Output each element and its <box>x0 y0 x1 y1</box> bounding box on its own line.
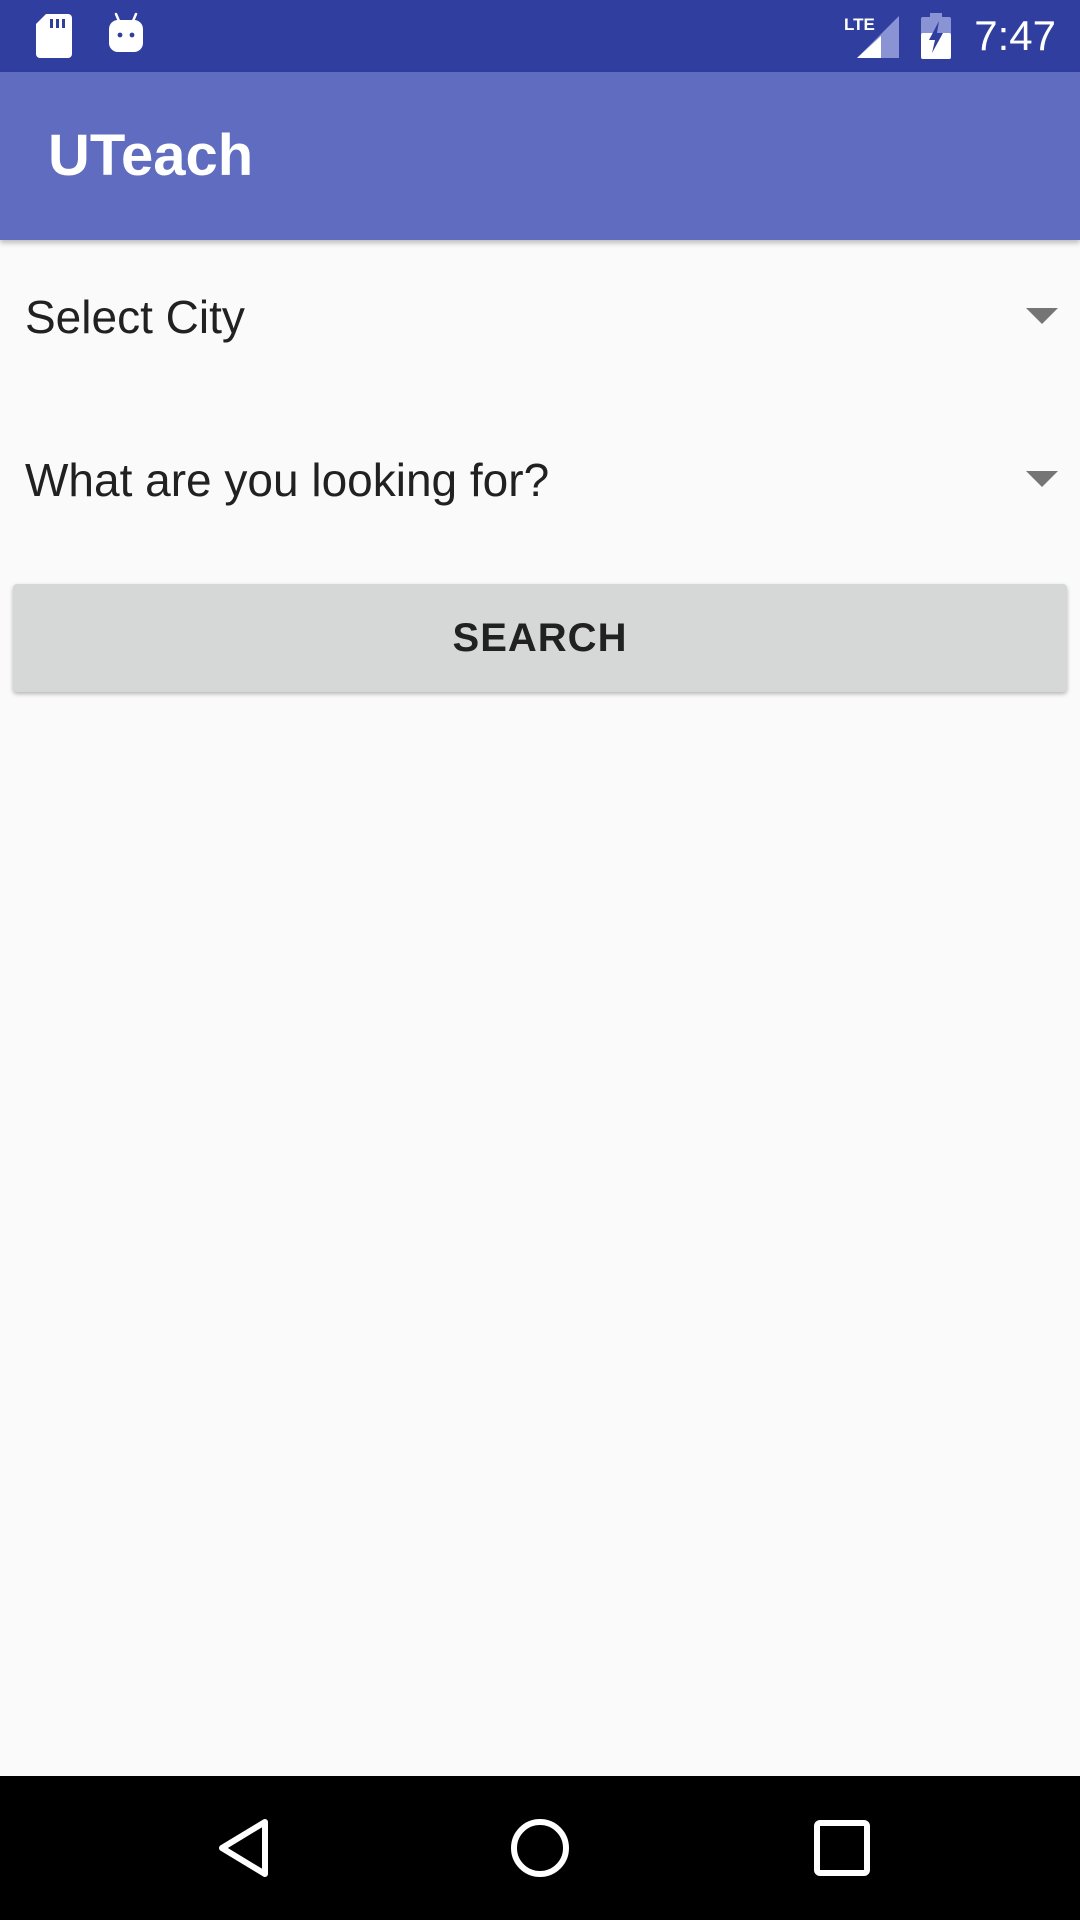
network-type-label: LTE <box>844 15 875 34</box>
city-spinner-label: Select City <box>25 291 245 343</box>
app-title: UTeach <box>48 123 254 188</box>
android-debug-icon <box>109 12 143 52</box>
status-bar: LTE 7:47 <box>0 0 1080 72</box>
back-icon[interactable] <box>210 1812 280 1884</box>
city-spinner[interactable]: Select City <box>0 252 1080 382</box>
app-bar: UTeach <box>0 72 1080 240</box>
category-spinner[interactable]: What are you looking for? <box>0 415 1080 545</box>
battery-charging-icon <box>921 13 951 59</box>
dropdown-arrow-icon <box>1026 308 1058 324</box>
home-icon[interactable] <box>504 1812 576 1884</box>
screen: LTE 7:47 UTeach Select City What are you… <box>0 0 1080 1920</box>
category-spinner-label: What are you looking for? <box>25 454 550 506</box>
dropdown-arrow-icon <box>1026 471 1058 487</box>
navigation-bar <box>0 1776 1080 1920</box>
search-button[interactable]: SEARCH <box>13 584 1067 692</box>
status-clock: 7:47 <box>974 12 1056 59</box>
lte-signal-icon: LTE <box>844 15 899 58</box>
recents-icon[interactable] <box>810 1816 874 1880</box>
sd-card-icon <box>36 14 72 58</box>
